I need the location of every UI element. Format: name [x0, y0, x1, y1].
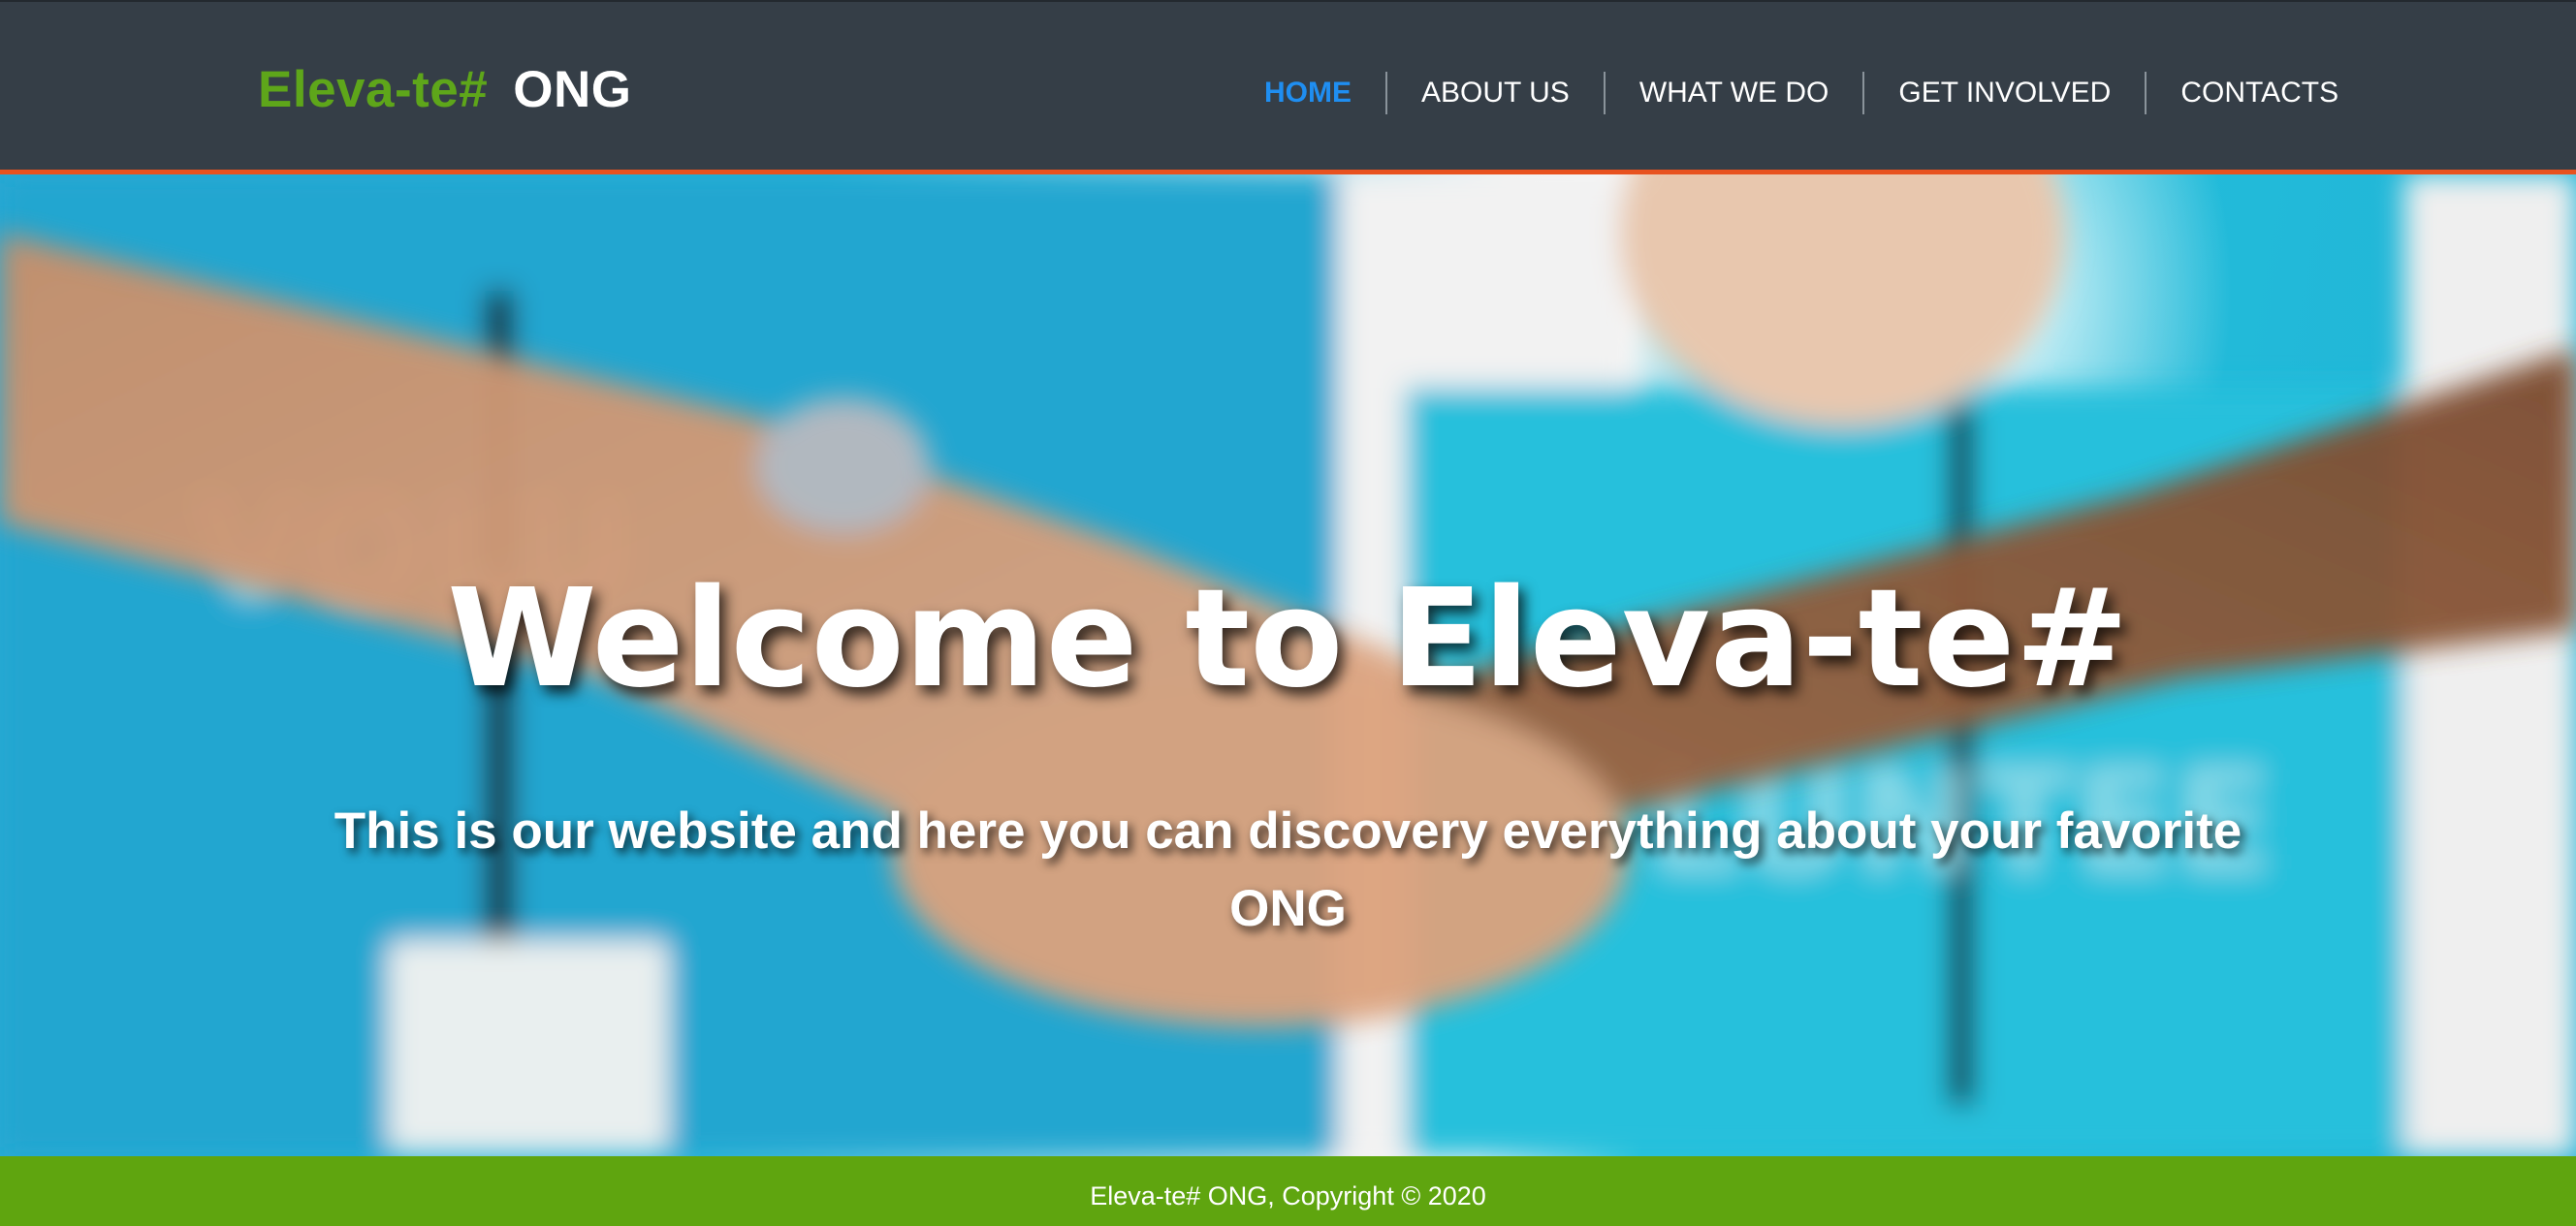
- nav-contacts[interactable]: CONTACTS: [2147, 72, 2372, 114]
- site-logo[interactable]: Eleva-te# ONG: [258, 60, 632, 119]
- logo-suffix: ONG: [513, 61, 632, 118]
- logo-brand: Eleva-te#: [258, 61, 489, 118]
- hero-banner: VOLU LUNTEE Welcome to Eleva-te# This is…: [0, 174, 2576, 1156]
- main-nav: HOME ABOUT US WHAT WE DO GET INVOLVED CO…: [1264, 72, 2372, 114]
- copyright-text: Eleva-te# ONG, Copyright © 2020: [1090, 1180, 1486, 1210]
- nav-get-involved[interactable]: GET INVOLVED: [1864, 72, 2145, 114]
- hero-subtitle: This is our website and here you can dis…: [334, 802, 2242, 937]
- site-footer: Eleva-te# ONG, Copyright © 2020: [0, 1156, 2576, 1226]
- nav-what-we-do[interactable]: WHAT WE DO: [1606, 72, 1863, 114]
- hero-title: Welcome to Eleva-te#: [447, 560, 2129, 718]
- nav-home[interactable]: HOME: [1264, 72, 1385, 114]
- nav-about-us[interactable]: ABOUT US: [1387, 72, 1604, 114]
- site-header: Eleva-te# ONG HOME ABOUT US WHAT WE DO GE…: [0, 0, 2576, 174]
